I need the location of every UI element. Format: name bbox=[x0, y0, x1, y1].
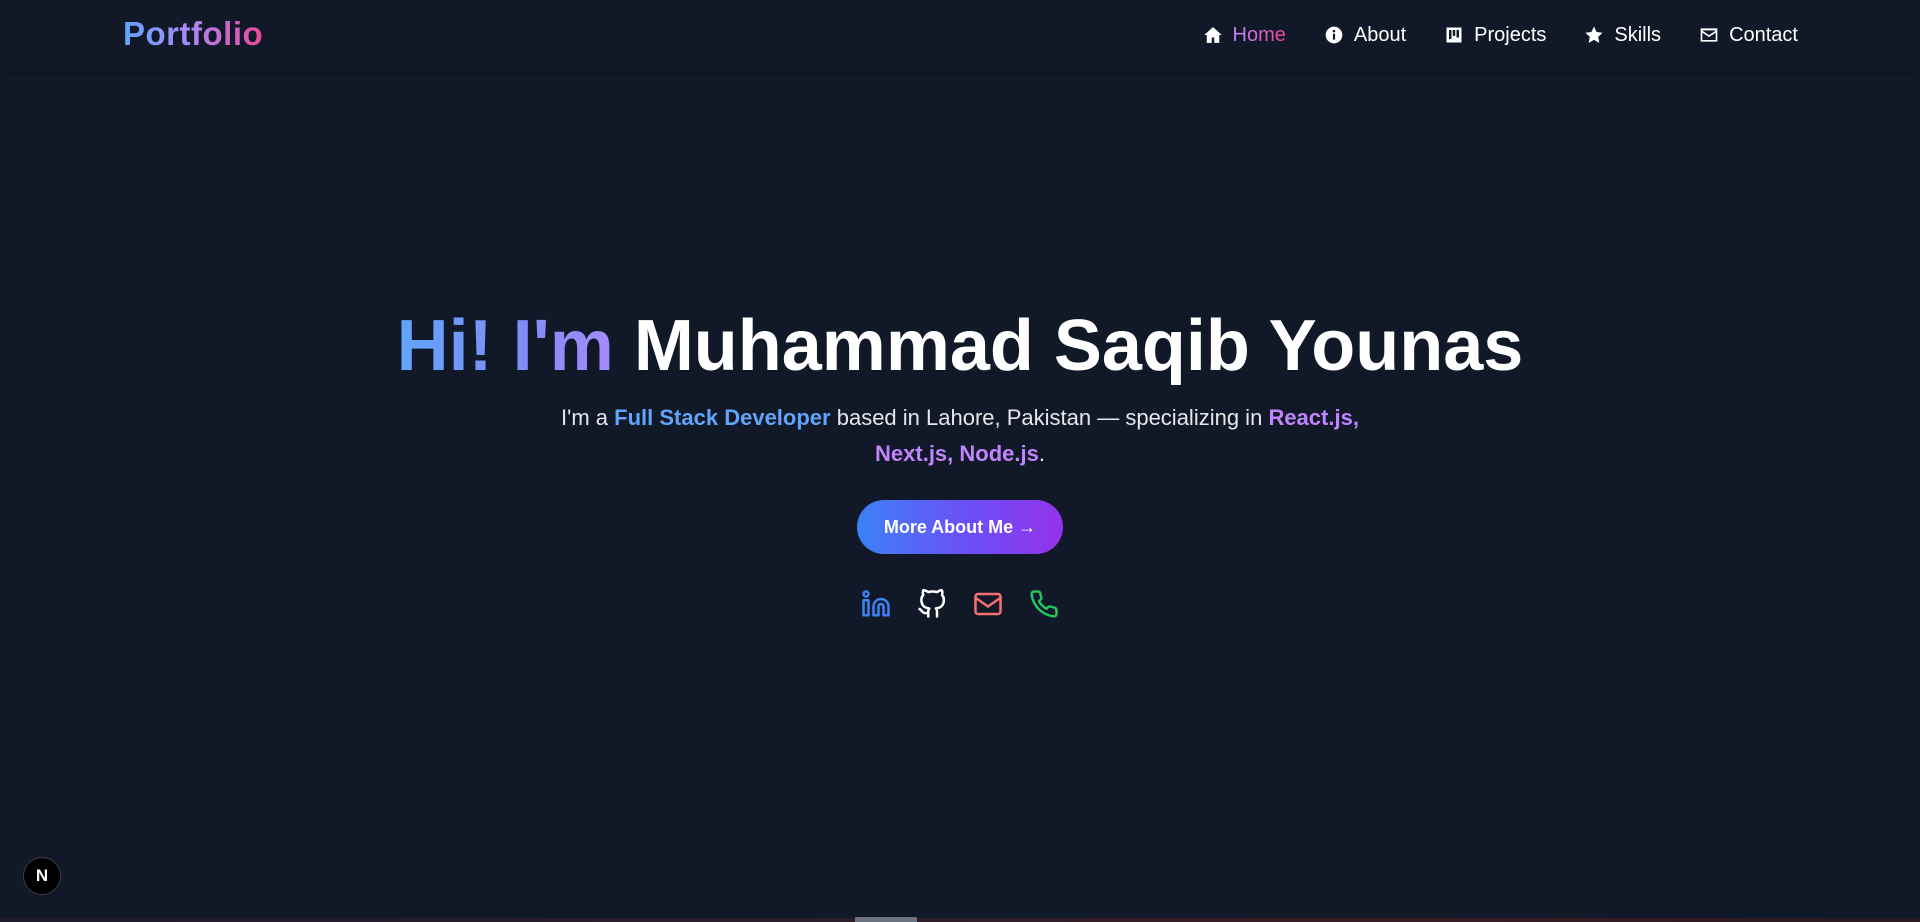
mail-icon bbox=[1698, 24, 1720, 46]
phone-link[interactable] bbox=[1029, 589, 1059, 624]
projects-icon bbox=[1443, 24, 1465, 46]
nav-item-home[interactable]: Home bbox=[1202, 20, 1286, 50]
nav-label-skills: Skills bbox=[1614, 23, 1662, 46]
hero-name: Muhammad Saqib Younas bbox=[633, 306, 1524, 386]
bottom-edge bbox=[0, 918, 1920, 922]
main-nav: Home About Projects Skills Contact bbox=[1202, 0, 1798, 70]
subtitle-end: . bbox=[1038, 441, 1045, 466]
nav-label-contact: Contact bbox=[1729, 23, 1798, 46]
info-icon bbox=[1323, 24, 1345, 46]
hero-title: Hi! I'm Muhammad Saqib Younas bbox=[0, 303, 1920, 389]
dev-tools-badge[interactable]: N bbox=[23, 857, 61, 895]
github-icon bbox=[917, 588, 947, 624]
nav-label-home: Home bbox=[1232, 23, 1286, 46]
subtitle-intro: I'm a bbox=[561, 405, 609, 430]
email-link[interactable] bbox=[973, 590, 1003, 622]
nav-label-projects: Projects bbox=[1474, 23, 1547, 46]
star-icon bbox=[1583, 24, 1605, 46]
navbar: Portfolio Home About Projects Skills Con… bbox=[0, 0, 1920, 71]
logo[interactable]: Portfolio bbox=[123, 14, 263, 54]
email-icon bbox=[973, 589, 1003, 624]
scrollbar-thumb[interactable] bbox=[855, 917, 917, 922]
social-links bbox=[857, 588, 1063, 626]
linkedin-icon bbox=[861, 589, 891, 624]
hero-greeting: Hi! I'm bbox=[396, 306, 614, 386]
hero-subtitle: I'm a Full Stack Developer based in Laho… bbox=[540, 400, 1380, 472]
nav-item-contact[interactable]: Contact bbox=[1698, 20, 1798, 50]
subtitle-role: Full Stack Developer bbox=[614, 405, 831, 430]
linkedin-link[interactable] bbox=[861, 589, 891, 624]
page: Portfolio Home About Projects Skills Con… bbox=[0, 0, 1920, 922]
hero-section: Hi! I'm Muhammad Saqib Younas I'm a Full… bbox=[0, 70, 1920, 922]
nav-label-about: About bbox=[1353, 23, 1407, 46]
home-icon bbox=[1202, 24, 1224, 46]
nav-item-about[interactable]: About bbox=[1323, 20, 1406, 50]
github-link[interactable] bbox=[917, 588, 947, 624]
phone-icon bbox=[1029, 589, 1059, 624]
nav-item-projects[interactable]: Projects bbox=[1443, 20, 1546, 50]
nav-item-skills[interactable]: Skills bbox=[1583, 20, 1661, 50]
subtitle-location: based in Lahore, Pakistan — specializing… bbox=[836, 405, 1263, 430]
more-about-me-button[interactable]: More About Me → bbox=[857, 500, 1063, 554]
